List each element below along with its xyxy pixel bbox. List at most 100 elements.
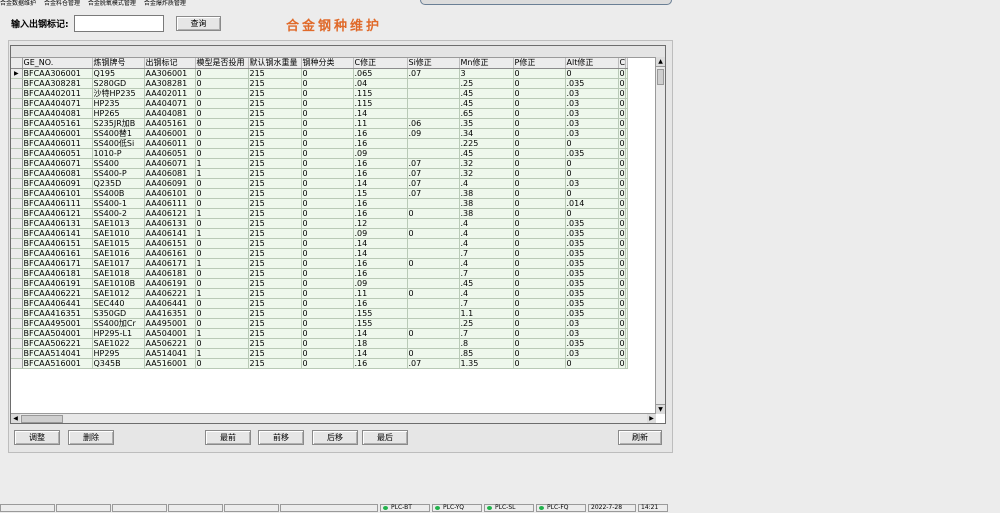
- cell-p-correction[interactable]: 0: [513, 88, 566, 99]
- cell-steel-grade[interactable]: SAE1010B: [92, 278, 145, 289]
- cell-steel-grade[interactable]: Q195: [92, 68, 145, 79]
- cell-c-correction[interactable]: .065: [353, 68, 408, 79]
- row-indicator[interactable]: [11, 338, 23, 349]
- vertical-scroll-thumb[interactable]: [657, 69, 664, 85]
- row-indicator[interactable]: [11, 208, 23, 219]
- cell-grade-class[interactable]: 0: [301, 218, 354, 229]
- cell-model-enabled[interactable]: 0: [195, 148, 249, 159]
- cell-tap-mark[interactable]: AA406051: [144, 148, 196, 159]
- cell-p-correction[interactable]: 0: [513, 338, 566, 349]
- cell-c-extra[interactable]: 0: [618, 158, 627, 169]
- row-indicator[interactable]: [11, 258, 23, 269]
- cell-si-correction[interactable]: [407, 338, 460, 349]
- table-row[interactable]: BFCAA416351 S350GD AA416351 0 215 0.155 1.1 0.0…: [11, 308, 629, 319]
- cell-mn-correction[interactable]: .32: [459, 168, 514, 179]
- cell-ge-no[interactable]: BFCAA306001: [22, 68, 93, 79]
- cell-si-correction[interactable]: .07: [407, 158, 460, 169]
- cell-ge-no[interactable]: BFCAA406161: [22, 248, 93, 259]
- cell-p-correction[interactable]: 0: [513, 78, 566, 89]
- cell-grade-class[interactable]: 0: [301, 98, 354, 109]
- cell-si-correction[interactable]: [407, 278, 460, 289]
- row-indicator[interactable]: [11, 228, 23, 239]
- cell-p-correction[interactable]: 0: [513, 228, 566, 239]
- cell-default-weight[interactable]: 215: [248, 218, 302, 229]
- row-indicator[interactable]: [11, 238, 23, 249]
- cell-c-extra[interactable]: 0: [618, 208, 627, 219]
- cell-default-weight[interactable]: 215: [248, 318, 302, 329]
- cell-steel-grade[interactable]: SS400低Si: [92, 138, 145, 149]
- row-indicator[interactable]: [11, 118, 23, 129]
- cell-c-extra[interactable]: 0: [618, 238, 627, 249]
- adjust-button[interactable]: 调整: [14, 430, 60, 445]
- cell-default-weight[interactable]: 215: [248, 288, 302, 299]
- cell-alt-correction[interactable]: .03: [565, 88, 619, 99]
- col-header-default-weight[interactable]: 默认钢水重量: [248, 58, 302, 69]
- cell-c-extra[interactable]: 0: [618, 288, 627, 299]
- cell-mn-correction[interactable]: .45: [459, 88, 514, 99]
- cell-alt-correction[interactable]: .035: [565, 228, 619, 239]
- cell-tap-mark[interactable]: AA406191: [144, 278, 196, 289]
- cell-grade-class[interactable]: 0: [301, 68, 354, 79]
- cell-alt-correction[interactable]: .035: [565, 338, 619, 349]
- cell-tap-mark[interactable]: AA406151: [144, 238, 196, 249]
- cell-alt-correction[interactable]: .035: [565, 278, 619, 289]
- cell-c-extra[interactable]: 0: [618, 98, 627, 109]
- cell-ge-no[interactable]: BFCAA514041: [22, 348, 93, 359]
- cell-p-correction[interactable]: 0: [513, 288, 566, 299]
- prev-button[interactable]: 前移: [258, 430, 304, 445]
- row-indicator[interactable]: [11, 268, 23, 279]
- scroll-right-icon[interactable]: ▶: [647, 414, 656, 423]
- cell-grade-class[interactable]: 0: [301, 88, 354, 99]
- cell-default-weight[interactable]: 215: [248, 358, 302, 369]
- cell-default-weight[interactable]: 215: [248, 238, 302, 249]
- horizontal-scrollbar[interactable]: ◀ ▶: [11, 413, 656, 423]
- cell-steel-grade[interactable]: HP235: [92, 98, 145, 109]
- cell-default-weight[interactable]: 215: [248, 88, 302, 99]
- cell-p-correction[interactable]: 0: [513, 258, 566, 269]
- row-indicator[interactable]: [11, 198, 23, 209]
- table-row[interactable]: BFCAA406071 SS400 AA406071 1 215 0.16.07.32 0 0…: [11, 158, 629, 169]
- cell-p-correction[interactable]: 0: [513, 138, 566, 149]
- cell-c-extra[interactable]: 0: [618, 228, 627, 239]
- cell-mn-correction[interactable]: .225: [459, 138, 514, 149]
- cell-c-extra[interactable]: 0: [618, 328, 627, 339]
- cell-p-correction[interactable]: 0: [513, 158, 566, 169]
- cell-grade-class[interactable]: 0: [301, 108, 354, 119]
- cell-c-extra[interactable]: 0: [618, 338, 627, 349]
- cell-tap-mark[interactable]: AA404081: [144, 108, 196, 119]
- cell-model-enabled[interactable]: 0: [195, 188, 249, 199]
- cell-model-enabled[interactable]: 0: [195, 128, 249, 139]
- row-indicator[interactable]: [11, 348, 23, 359]
- cell-grade-class[interactable]: 0: [301, 188, 354, 199]
- last-button[interactable]: 最后: [362, 430, 408, 445]
- cell-steel-grade[interactable]: SAE1016: [92, 248, 145, 259]
- cell-mn-correction[interactable]: .7: [459, 248, 514, 259]
- cell-si-correction[interactable]: 0: [407, 288, 460, 299]
- table-row[interactable]: BFCAA406221 SAE1012 AA406221 1 215 0.11 0.4 0.0…: [11, 288, 629, 299]
- cell-mn-correction[interactable]: .4: [459, 178, 514, 189]
- cell-tap-mark[interactable]: AA516001: [144, 358, 196, 369]
- cell-alt-correction[interactable]: .03: [565, 318, 619, 329]
- cell-grade-class[interactable]: 0: [301, 258, 354, 269]
- cell-grade-class[interactable]: 0: [301, 78, 354, 89]
- cell-c-extra[interactable]: 0: [618, 108, 627, 119]
- cell-grade-class[interactable]: 0: [301, 348, 354, 359]
- cell-si-correction[interactable]: [407, 248, 460, 259]
- cell-p-correction[interactable]: 0: [513, 118, 566, 129]
- cell-model-enabled[interactable]: 0: [195, 268, 249, 279]
- cell-mn-correction[interactable]: .8: [459, 338, 514, 349]
- cell-si-correction[interactable]: .07: [407, 358, 460, 369]
- table-row[interactable]: BFCAA406131 SAE1013 AA406131 0 215 0.12.4 0.03…: [11, 218, 629, 229]
- cell-c-extra[interactable]: 0: [618, 358, 627, 369]
- cell-alt-correction[interactable]: 0: [565, 68, 619, 79]
- cell-grade-class[interactable]: 0: [301, 268, 354, 279]
- cell-default-weight[interactable]: 215: [248, 258, 302, 269]
- cell-default-weight[interactable]: 215: [248, 338, 302, 349]
- row-indicator[interactable]: [11, 358, 23, 369]
- cell-steel-grade[interactable]: SS400B: [92, 188, 145, 199]
- cell-alt-correction[interactable]: .035: [565, 258, 619, 269]
- cell-steel-grade[interactable]: HP295-L1: [92, 328, 145, 339]
- cell-model-enabled[interactable]: 0: [195, 198, 249, 209]
- cell-ge-no[interactable]: BFCAA404071: [22, 98, 93, 109]
- cell-p-correction[interactable]: 0: [513, 98, 566, 109]
